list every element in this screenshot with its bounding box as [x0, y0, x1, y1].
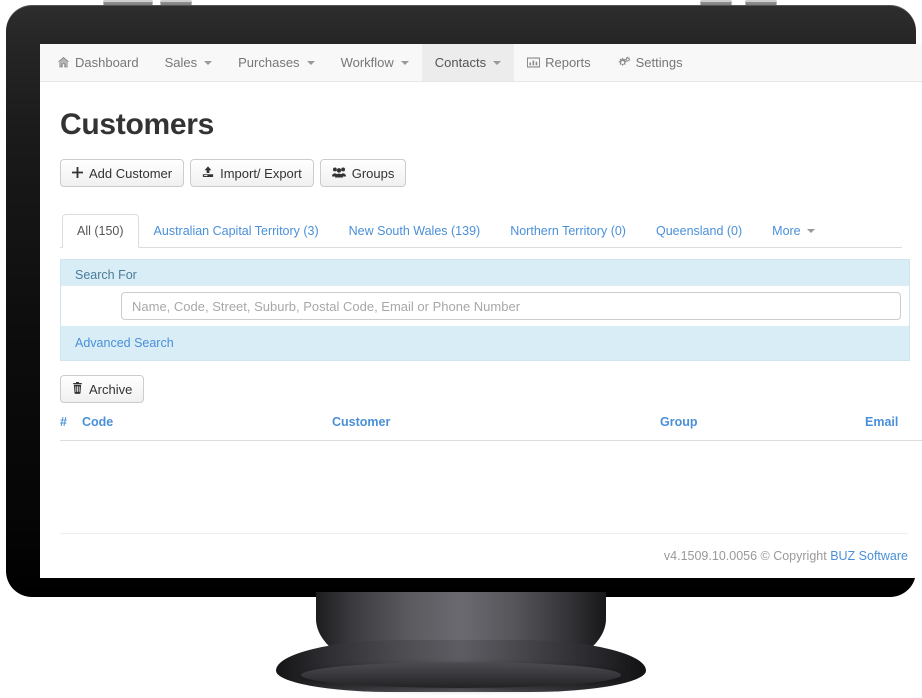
table-header: # Code Customer Group Email	[60, 415, 922, 441]
page-footer: v4.1509.10.0056 © Copyright BUZ Software	[60, 533, 908, 563]
search-input[interactable]	[121, 292, 901, 320]
chevron-down-icon	[493, 60, 502, 65]
table-empty-row: Use the	[60, 441, 922, 492]
monitor-screen: Dashboard Sales Purchases Workflow Conta…	[40, 44, 922, 578]
add-customer-button[interactable]: Add Customer	[60, 159, 185, 187]
nav-item-label: Settings	[635, 55, 683, 70]
nav-item-sales[interactable]: Sales	[152, 44, 226, 81]
table-header-row: # Code Customer Group Email	[60, 415, 922, 441]
page-title: Customers	[60, 108, 215, 141]
tab-label: New South Wales (139)	[348, 224, 481, 238]
tab-new-south-wales[interactable]: New South Wales (139)	[334, 214, 496, 248]
nav-item-label: Contacts	[434, 55, 487, 70]
home-icon	[57, 56, 70, 69]
table-empty-message: Use the	[60, 441, 922, 492]
column-header-email[interactable]: Email	[865, 415, 922, 441]
add-customer-label: Add Customer	[89, 165, 173, 181]
chevron-down-icon	[306, 60, 315, 65]
plus-icon	[72, 166, 83, 181]
customers-table: # Code Customer Group Email Use the	[60, 415, 922, 491]
import-export-label: Import/ Export	[220, 165, 302, 181]
monitor-scene: Dashboard Sales Purchases Workflow Conta…	[0, 0, 922, 698]
tab-northern-territory[interactable]: Northern Territory (0)	[495, 214, 641, 248]
nav-item-label: Sales	[164, 55, 198, 70]
nav-item-label: Dashboard	[75, 55, 139, 70]
tab-australian-capital-territory[interactable]: Australian Capital Territory (3)	[139, 214, 334, 248]
web-page: Dashboard Sales Purchases Workflow Conta…	[40, 44, 922, 578]
advanced-search-row: Advanced Search	[61, 326, 909, 360]
archive-button[interactable]: Archive	[60, 375, 145, 403]
nav-item-contacts[interactable]: Contacts	[421, 44, 515, 81]
column-header-customer[interactable]: Customer	[332, 415, 660, 441]
groups-label: Groups	[351, 165, 395, 181]
gears-icon	[617, 56, 631, 69]
tab-all[interactable]: All (150)	[62, 214, 139, 248]
advanced-search-link[interactable]: Advanced Search	[75, 336, 174, 350]
chevron-down-icon	[400, 60, 409, 65]
tab-more[interactable]: More	[757, 214, 829, 248]
tab-label: Queensland (0)	[655, 224, 743, 238]
groups-button[interactable]: Groups	[319, 159, 407, 187]
import-export-button[interactable]: Import/ Export	[190, 159, 314, 187]
tab-label: More	[772, 224, 801, 238]
nav-item-label: Purchases	[238, 55, 300, 70]
upload-icon	[202, 165, 214, 181]
nav-item-dashboard[interactable]: Dashboard	[44, 44, 152, 81]
footer-version: v4.1509.10.0056 © Copyright	[663, 549, 827, 563]
nav-item-workflow[interactable]: Workflow	[328, 44, 422, 81]
column-header-number[interactable]: #	[60, 415, 82, 441]
tab-label: All (150)	[77, 224, 124, 238]
footer-brand-link[interactable]: BUZ Software	[830, 549, 908, 563]
page-content: Customers Add Customer Import/ Export Gr…	[40, 108, 922, 491]
monitor-stand-base	[301, 662, 621, 688]
column-header-code[interactable]: Code	[82, 415, 332, 441]
users-icon	[331, 166, 346, 181]
tab-label: Australian Capital Territory (3)	[153, 224, 319, 238]
trash-icon	[72, 381, 83, 397]
archive-label: Archive	[89, 381, 133, 397]
search-panel: Search For Advanced Search	[60, 259, 910, 361]
chart-icon	[527, 56, 541, 69]
column-header-group[interactable]: Group	[660, 415, 865, 441]
search-label: Search For	[75, 268, 137, 282]
nav-item-label: Reports	[545, 55, 591, 70]
nav-item-reports[interactable]: Reports	[514, 44, 604, 81]
tab-label: Northern Territory (0)	[510, 224, 626, 238]
nav-item-purchases[interactable]: Purchases	[225, 44, 327, 81]
main-navigation: Dashboard Sales Purchases Workflow Conta…	[40, 44, 922, 82]
page-toolbar: Add Customer Import/ Export Groups	[60, 159, 902, 187]
chevron-down-icon	[204, 60, 213, 65]
tab-queensland[interactable]: Queensland (0)	[641, 214, 757, 248]
nav-item-settings[interactable]: Settings	[604, 44, 696, 81]
state-filter-tabs: All (150) Australian Capital Territory (…	[60, 214, 902, 248]
archive-bar: Archive	[60, 375, 902, 403]
chevron-down-icon	[806, 229, 815, 233]
nav-item-label: Workflow	[340, 55, 394, 70]
table-body: Use the	[60, 441, 922, 492]
search-input-row	[61, 286, 909, 326]
